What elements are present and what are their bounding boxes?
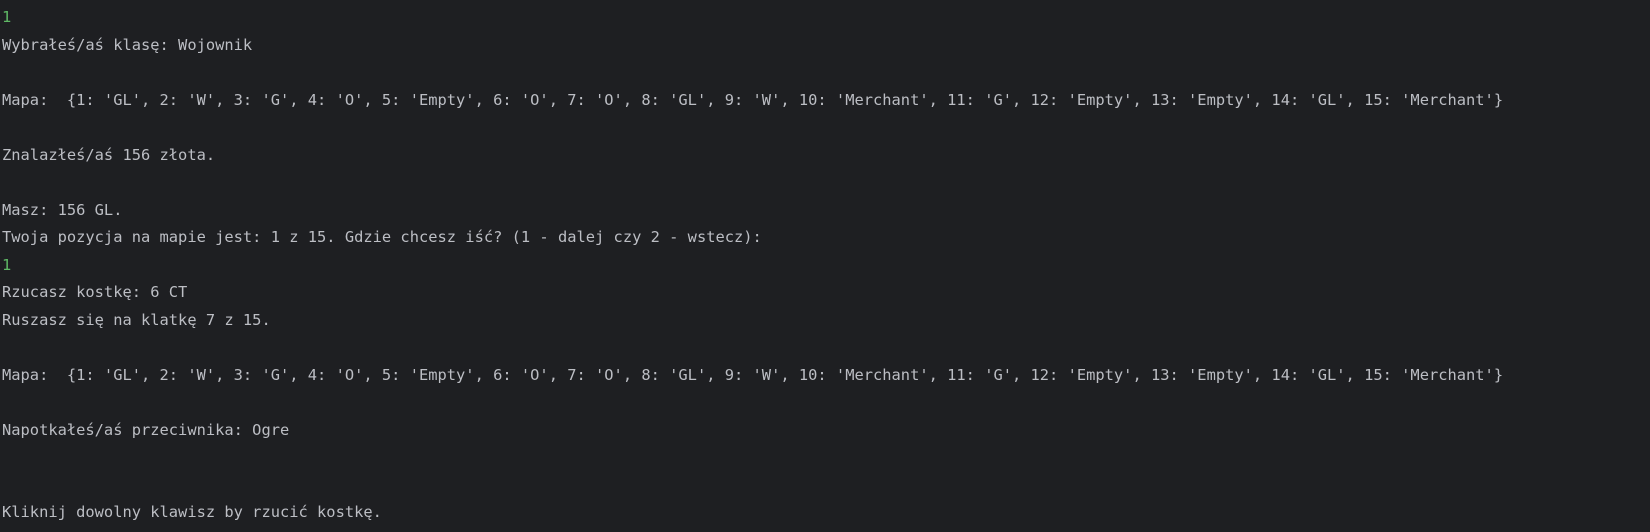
- user-input-line: 1: [2, 8, 12, 26]
- console-output[interactable]: 1 Wybrałeś/aś klasę: Wojownik Mapa: {1: …: [0, 0, 1650, 532]
- move-line: Ruszasz się na klatkę 7 z 15.: [2, 310, 271, 329]
- map-line: Mapa: {1: 'GL', 2: 'W', 3: 'G', 4: 'O', …: [2, 90, 1504, 109]
- gold-found-line: Znalazłeś/aś 156 złota.: [2, 145, 216, 164]
- map-line: Mapa: {1: 'GL', 2: 'W', 3: 'G', 4: 'O', …: [2, 365, 1504, 384]
- user-input-line: 1: [2, 255, 12, 274]
- position-prompt-line: Twoja pozycja na mapie jest: 1 z 15. Gdz…: [2, 228, 762, 246]
- gold-balance-line: Masz: 156 GL.: [2, 200, 123, 219]
- dice-roll-line: Rzucasz kostkę: 6 CT: [2, 283, 188, 301]
- roll-dice-prompt-line: Kliknij dowolny klawisz by rzucić kostkę…: [2, 503, 382, 521]
- enemy-encounter-line: Napotkałeś/aś przeciwnika: Ogre: [2, 420, 290, 439]
- class-selected-line: Wybrałeś/aś klasę: Wojownik: [2, 35, 253, 54]
